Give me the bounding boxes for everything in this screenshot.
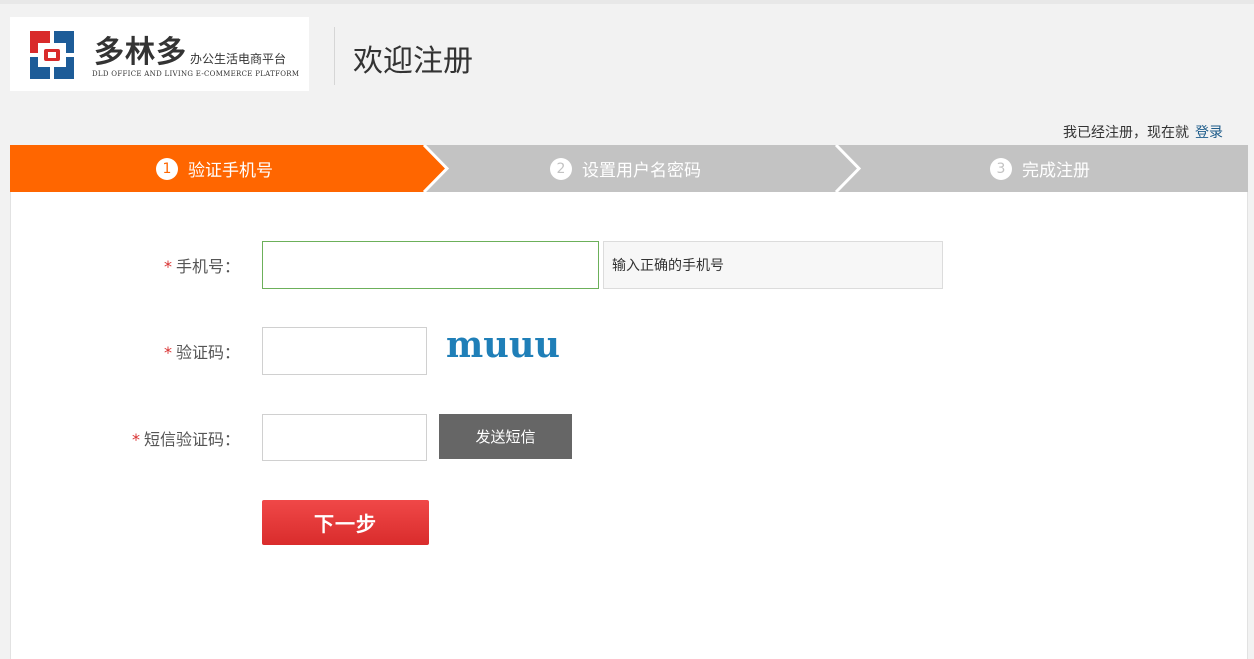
login-link[interactable]: 登录 bbox=[1195, 125, 1223, 141]
top-border bbox=[0, 0, 1254, 4]
send-sms-button[interactable]: 发送短信 bbox=[439, 414, 572, 459]
step-2-number: 2 bbox=[550, 157, 572, 180]
brand-english-name: DLD OFFICE AND LIVING E-COMMERCE PLATFOR… bbox=[92, 70, 300, 78]
step-3-label: 完成注册 bbox=[1022, 161, 1090, 181]
sms-code-label: * 短信验证码： bbox=[131, 430, 240, 449]
step-2-label: 设置用户名密码 bbox=[582, 161, 701, 181]
step-1-number: 1 bbox=[156, 157, 178, 180]
phone-hint: 输入正确的手机号 bbox=[603, 241, 943, 289]
sms-code-input[interactable] bbox=[262, 414, 427, 461]
header-divider bbox=[334, 27, 335, 85]
step-3: 3 完成注册 bbox=[990, 145, 1090, 192]
brand-tagline: 办公生活电商平台 bbox=[190, 52, 287, 66]
next-step-button[interactable]: 下一步 bbox=[262, 500, 429, 545]
brand-logo-icon bbox=[30, 31, 74, 79]
page-title: 欢迎注册 bbox=[353, 44, 473, 79]
login-hint-text: 我已经注册，现在就 bbox=[1063, 125, 1189, 141]
step-3-number: 3 bbox=[990, 157, 1012, 180]
required-mark: * bbox=[163, 343, 172, 362]
required-mark: * bbox=[131, 430, 140, 449]
step-1-label: 验证手机号 bbox=[188, 161, 273, 181]
phone-label: * 手机号： bbox=[163, 257, 240, 276]
captcha-input[interactable] bbox=[262, 327, 427, 375]
login-hint: 我已经注册，现在就 登录 bbox=[1063, 122, 1223, 142]
phone-input[interactable] bbox=[262, 241, 599, 289]
captcha-image-text: muuu bbox=[446, 324, 560, 364]
captcha-label: * 验证码： bbox=[163, 343, 240, 362]
required-mark: * bbox=[163, 257, 172, 276]
brand-name: 多林多 bbox=[94, 35, 187, 70]
step-2: 2 设置用户名密码 bbox=[550, 145, 701, 192]
registration-steps: 1 验证手机号 2 设置用户名密码 3 完成注册 bbox=[10, 145, 1248, 192]
captcha-image[interactable]: muuu bbox=[444, 324, 564, 364]
brand-logo[interactable]: 多林多 办公生活电商平台 DLD OFFICE AND LIVING E-COM… bbox=[10, 17, 309, 91]
step-1: 1 验证手机号 bbox=[156, 145, 273, 192]
